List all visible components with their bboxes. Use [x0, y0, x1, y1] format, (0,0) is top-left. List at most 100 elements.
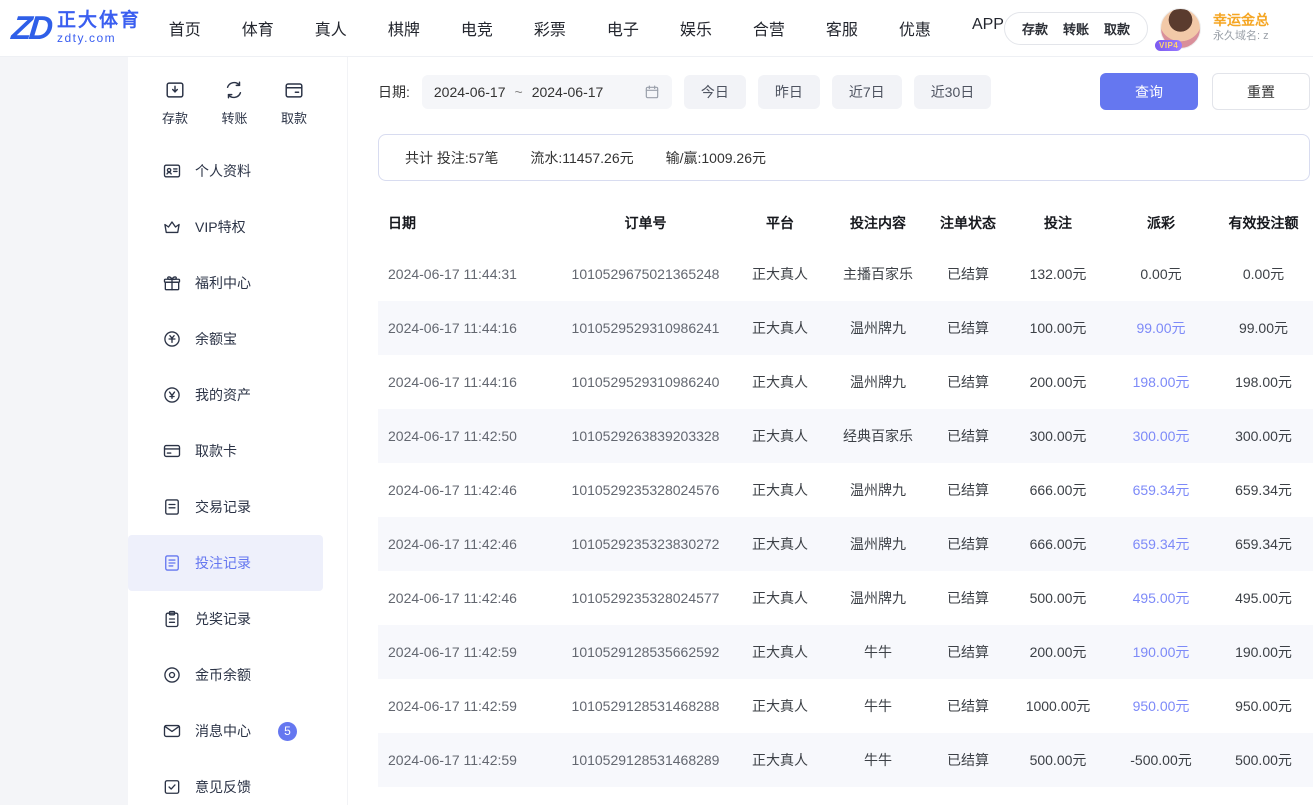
wallet-pill-link[interactable]: 转账	[1063, 19, 1089, 38]
nav-item[interactable]: 棋牌	[388, 16, 420, 40]
quick-action-withdraw[interactable]: 取款	[281, 79, 307, 127]
wallet-pill-link[interactable]: 存款	[1022, 19, 1048, 38]
cell-platform: 正大真人	[733, 679, 827, 733]
envelope-icon	[162, 721, 182, 741]
coin-circle-icon	[162, 329, 182, 349]
wallet-pill-link[interactable]: 取款	[1104, 19, 1130, 38]
cell-status: 已结算	[929, 355, 1007, 409]
sidebar-item-coin-balance[interactable]: 金币余额	[128, 647, 323, 703]
column-header: 投注内容	[827, 199, 929, 247]
column-header: 注单状态	[929, 199, 1007, 247]
search-button[interactable]: 查询	[1100, 73, 1198, 110]
sidebar-item-vip[interactable]: VIP特权	[128, 199, 323, 255]
range-button[interactable]: 近30日	[914, 75, 992, 109]
quick-action-label: 存款	[162, 108, 188, 127]
calendar-icon	[644, 84, 660, 100]
cell-platform: 正大真人	[733, 625, 827, 679]
date-label: 日期:	[378, 82, 410, 102]
nav-item[interactable]: 电子	[607, 16, 639, 40]
id-card-icon	[162, 161, 182, 181]
assets-icon	[162, 385, 182, 405]
summary-bar: 共计 投注:57笔 流水:11457.26元 输/赢:1009.26元	[378, 134, 1310, 181]
column-header: 订单号	[558, 199, 733, 247]
cell-date: 2024-06-17 11:44:31	[378, 247, 558, 301]
logo[interactable]: ZD 正大体育 zdty.com	[12, 11, 151, 45]
cell-content: 牛牛	[827, 625, 929, 679]
nav-item[interactable]: 首页	[169, 16, 201, 40]
table-row: 2024-06-17 11:42:59 1010529128531468288 …	[378, 679, 1313, 733]
sidebar-item-withdraw-card[interactable]: 取款卡	[128, 423, 323, 479]
cell-valid-bet: 659.34元	[1213, 517, 1313, 571]
cell-bet: 100.00元	[1007, 301, 1109, 355]
reset-button[interactable]: 重置	[1212, 73, 1310, 110]
cell-content: 主播百家乐	[827, 247, 929, 301]
user-info: 幸运金总 永久域名: z	[1213, 12, 1303, 43]
quick-action-label: 转账	[221, 108, 247, 127]
range-button[interactable]: 昨日	[758, 75, 820, 109]
cell-status: 已结算	[929, 463, 1007, 517]
sidebar-item-prize-records[interactable]: 兑奖记录	[128, 591, 323, 647]
sidebar-item-transactions[interactable]: 交易记录	[128, 479, 323, 535]
table-row: 2024-06-17 11:44:16 1010529529310986240 …	[378, 355, 1313, 409]
sidebar-item-bet-records[interactable]: 投注记录	[128, 535, 323, 591]
cell-status: 已结算	[929, 247, 1007, 301]
cell-status: 已结算	[929, 679, 1007, 733]
main-content: 日期: 2024-06-17 ~ 2024-06-17 今日昨日近7日近30日 …	[348, 57, 1313, 805]
quick-action-deposit[interactable]: 存款	[162, 79, 188, 127]
nav-item[interactable]: APP	[972, 16, 1004, 40]
summary-turnover: 流水:11457.26元	[530, 148, 633, 168]
filter-actions: 查询 重置	[1100, 73, 1310, 110]
cell-bet: 666.00元	[1007, 517, 1109, 571]
cell-payout: 495.00元	[1109, 571, 1213, 625]
clipboard-icon	[162, 609, 182, 629]
sidebar-item-yuebao[interactable]: 余额宝	[128, 311, 323, 367]
cell-valid-bet: 190.00元	[1213, 625, 1313, 679]
cell-date: 2024-06-17 11:42:46	[378, 463, 558, 517]
nav-item[interactable]: 客服	[826, 16, 858, 40]
cell-bet: 500.00元	[1007, 733, 1109, 787]
cell-order-id: 1010529675021365248	[558, 247, 733, 301]
sidebar-item-label: VIP特权	[195, 217, 246, 237]
nav-item[interactable]: 娱乐	[680, 16, 712, 40]
cell-bet: 200.00元	[1007, 355, 1109, 409]
table-header-row: 日期订单号平台投注内容注单状态投注派彩有效投注额	[378, 199, 1313, 247]
nav-item[interactable]: 体育	[242, 16, 274, 40]
range-button[interactable]: 今日	[684, 75, 746, 109]
sidebar-item-label: 个人资料	[195, 161, 251, 181]
withdraw-icon	[283, 79, 305, 101]
cell-valid-bet: 495.00元	[1213, 571, 1313, 625]
sidebar-item-feedback[interactable]: 意见反馈	[128, 759, 323, 805]
navbar: ZD 正大体育 zdty.com 首页 体育 真人 棋牌 电竞 彩票 电子 娱乐 合营 客服 优惠 A…	[0, 0, 1313, 57]
column-header: 有效投注额	[1213, 199, 1313, 247]
cell-payout: 300.00元	[1109, 409, 1213, 463]
main-nav: 首页 体育 真人 棋牌 电竞 彩票 电子 娱乐 合营 客服 优惠 APP	[169, 16, 1004, 40]
cell-content: 经典百家乐	[827, 409, 929, 463]
sidebar-item-messages[interactable]: 消息中心 5	[128, 703, 323, 759]
cell-date: 2024-06-17 11:42:46	[378, 517, 558, 571]
quick-action-transfer[interactable]: 转账	[221, 79, 247, 127]
username[interactable]: 幸运金总	[1213, 12, 1303, 30]
nav-item[interactable]: 真人	[315, 16, 347, 40]
sidebar-item-profile[interactable]: 个人资料	[128, 143, 323, 199]
sidebar-item-label: 意见反馈	[195, 777, 251, 797]
column-header: 平台	[733, 199, 827, 247]
sidebar-item-welfare[interactable]: 福利中心	[128, 255, 323, 311]
nav-item[interactable]: 电竞	[461, 16, 493, 40]
sidebar-item-label: 福利中心	[195, 273, 251, 293]
date-from: 2024-06-17	[434, 84, 506, 100]
range-button[interactable]: 近7日	[832, 75, 902, 109]
table-row: 2024-06-17 11:44:31 1010529675021365248 …	[378, 247, 1313, 301]
cell-payout: 659.34元	[1109, 517, 1213, 571]
nav-item[interactable]: 优惠	[899, 16, 931, 40]
permanent-domain-note: 永久域名: z	[1213, 30, 1303, 44]
message-badge: 5	[278, 722, 297, 741]
sidebar-item-assets[interactable]: 我的资产	[128, 367, 323, 423]
nav-item[interactable]: 彩票	[534, 16, 566, 40]
cell-content: 温州牌九	[827, 571, 929, 625]
avatar[interactable]: VIP4	[1160, 8, 1201, 49]
date-range-picker[interactable]: 2024-06-17 ~ 2024-06-17	[422, 75, 672, 109]
nav-item[interactable]: 合营	[753, 16, 785, 40]
table-row: 2024-06-17 11:42:46 1010529235323830272 …	[378, 517, 1313, 571]
cell-content: 温州牌九	[827, 517, 929, 571]
target-coin-icon	[162, 665, 182, 685]
